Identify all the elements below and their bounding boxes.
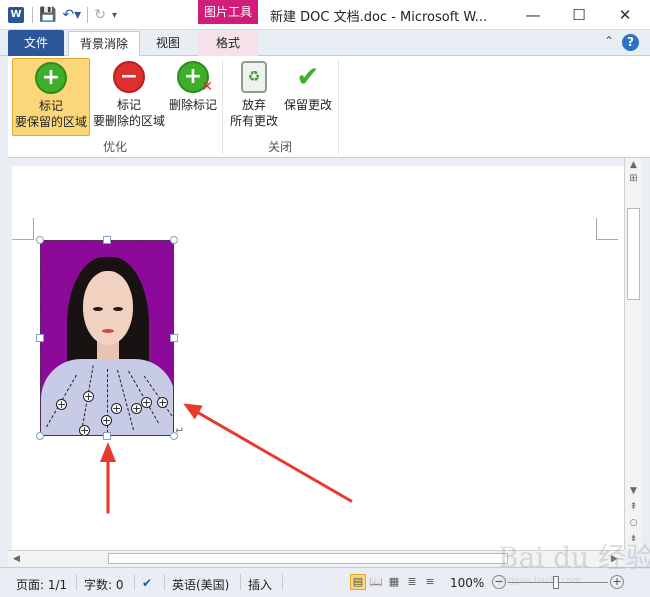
- delete-mark-icon: + ✕: [177, 61, 213, 95]
- vertical-scrollbar[interactable]: ▲ ⊞ ▼ ⇞ ○ ⇟: [624, 158, 642, 550]
- keep-changes-label: 保留更改: [283, 98, 332, 112]
- web-layout-view-icon[interactable]: ▦: [386, 574, 402, 590]
- delete-mark-label: 删除标记: [168, 98, 217, 112]
- resize-handle-bottom-left[interactable]: [36, 432, 44, 440]
- mark-remove-label-2: 要删除的区域: [92, 114, 165, 128]
- maximize-button[interactable]: ☐: [556, 0, 602, 30]
- resize-handle-bottom[interactable]: [103, 432, 111, 440]
- browse-object-icon[interactable]: ○: [625, 516, 642, 530]
- scroll-left-icon[interactable]: ◀: [8, 552, 25, 566]
- status-separator: [134, 574, 135, 590]
- recycle-bin-icon: ♻: [241, 61, 267, 93]
- group-label-close: 关闭: [267, 140, 292, 154]
- watermark-url: jingyan.baidu.com: [498, 576, 582, 586]
- keep-marker-icon[interactable]: +: [111, 403, 122, 414]
- mark-remove-label-1: 标记: [116, 98, 141, 112]
- picture-tools-label: 图片工具: [198, 0, 258, 24]
- word-count[interactable]: 字数: 0: [84, 576, 124, 593]
- annotation-arrow: [186, 405, 353, 503]
- annotation-arrowhead: [179, 396, 203, 420]
- help-icon[interactable]: ?: [622, 34, 639, 51]
- qat-separator: [87, 7, 89, 23]
- scroll-up-icon[interactable]: ▲: [625, 158, 642, 172]
- status-separator: [282, 574, 283, 590]
- scroll-down-icon[interactable]: ▼: [625, 484, 642, 498]
- ribbon-panel: + 标记 要保留的区域 − 标记 要删除的区域 + ✕ 删除标记 ♻ 放弃 所有更…: [8, 56, 650, 158]
- keep-marker-icon[interactable]: +: [157, 397, 168, 408]
- word-app-icon[interactable]: W: [8, 7, 24, 23]
- keep-marker-icon[interactable]: +: [131, 403, 142, 414]
- discard-label-1: 放弃: [241, 98, 266, 112]
- full-screen-reading-view-icon[interactable]: 📖: [368, 574, 384, 590]
- baidu-watermark: Bai du 经验 jingyan.baidu.com: [498, 536, 650, 586]
- resize-handle-left[interactable]: [36, 334, 44, 342]
- delete-mark-button[interactable]: + ✕ 删除标记: [168, 58, 218, 136]
- qat-separator: [32, 7, 33, 23]
- photo-eye: [113, 307, 123, 311]
- close-button[interactable]: ✕: [602, 0, 648, 30]
- group-separator: [338, 60, 339, 154]
- tab-format[interactable]: 格式: [198, 31, 258, 56]
- checkmark-icon: ✔: [296, 60, 320, 93]
- photo-face: [83, 271, 133, 345]
- status-separator: [76, 574, 77, 590]
- keep-marker-icon[interactable]: +: [79, 425, 90, 435]
- ruler-toggle-icon[interactable]: ⊞: [625, 172, 642, 186]
- keep-changes-button[interactable]: ✔ 保留更改: [282, 58, 334, 136]
- mark-keep-label-1: 标记: [38, 99, 63, 113]
- status-separator: [164, 574, 165, 590]
- title-bar: W 💾 ↶▾ ↻ ▾ 图片工具 新建 DOC 文档.doc - Microsof…: [0, 0, 650, 30]
- insert-mode-indicator[interactable]: 插入: [248, 576, 272, 593]
- previous-page-icon[interactable]: ⇞: [625, 500, 642, 514]
- plus-pencil-icon: +: [35, 62, 67, 94]
- window-title: 新建 DOC 文档.doc - Microsoft W...: [270, 10, 488, 25]
- discard-all-changes-button[interactable]: ♻ 放弃 所有更改: [226, 58, 282, 136]
- resize-handle-top-right[interactable]: [170, 236, 178, 244]
- customize-qat-icon[interactable]: ▾: [112, 10, 117, 21]
- minimize-button[interactable]: —: [510, 0, 556, 30]
- print-layout-view-icon[interactable]: ▤: [350, 574, 366, 590]
- margin-corner-mark: [12, 218, 34, 240]
- mark-areas-to-keep-button[interactable]: + 标记 要保留的区域: [12, 58, 90, 136]
- resize-handle-right[interactable]: [170, 334, 178, 342]
- undo-icon[interactable]: ↶▾: [62, 7, 81, 23]
- tab-file[interactable]: 文件: [8, 30, 64, 56]
- discard-label-2: 所有更改: [229, 114, 278, 128]
- photo-mouth: [102, 329, 114, 333]
- redo-icon[interactable]: ↻: [94, 7, 106, 23]
- minus-pencil-icon: −: [113, 61, 145, 93]
- watermark-brand: Bai du 经验: [498, 541, 650, 574]
- mark-areas-to-remove-button[interactable]: − 标记 要删除的区域: [92, 58, 166, 136]
- vertical-scroll-thumb[interactable]: [627, 208, 640, 300]
- outline-view-icon[interactable]: ≣: [404, 574, 420, 590]
- page-count[interactable]: 页面: 1/1: [16, 576, 67, 593]
- mark-keep-label-2: 要保留的区域: [14, 115, 87, 129]
- keep-marker-icon[interactable]: +: [83, 391, 94, 402]
- language-indicator[interactable]: 英语(美国): [172, 576, 229, 593]
- resize-handle-top[interactable]: [103, 236, 111, 244]
- proofing-icon[interactable]: ✔: [142, 576, 152, 590]
- zoom-level[interactable]: 100%: [450, 576, 484, 590]
- resize-handle-top-left[interactable]: [36, 236, 44, 244]
- group-label-optimize: 优化: [102, 140, 127, 154]
- tab-background-removal[interactable]: 背景消除: [68, 31, 140, 56]
- horizontal-scroll-thumb[interactable]: [108, 553, 508, 564]
- save-icon[interactable]: 💾: [39, 7, 56, 23]
- tab-view[interactable]: 视图: [146, 31, 190, 56]
- status-separator: [240, 574, 241, 590]
- id-photo[interactable]: + + + + + + + +: [40, 240, 174, 436]
- draft-view-icon[interactable]: ≡: [422, 574, 438, 590]
- document-area[interactable]: + + + + + + + + ↵: [8, 158, 624, 550]
- quick-access-toolbar: 💾 ↶▾ ↻ ▾: [32, 5, 117, 25]
- collapse-ribbon-icon[interactable]: ⌃: [604, 34, 614, 48]
- ribbon-tabs: 文件 背景消除 视图 格式 ⌃ ?: [0, 30, 650, 56]
- keep-marker-icon[interactable]: +: [141, 397, 152, 408]
- paragraph-mark: ↵: [175, 424, 185, 437]
- photo-eye: [93, 307, 103, 311]
- keep-marker-icon[interactable]: +: [56, 399, 67, 410]
- annotation-arrowhead: [100, 442, 116, 462]
- document-page[interactable]: + + + + + + + + ↵: [12, 166, 624, 550]
- margin-corner-mark: [596, 218, 618, 240]
- keep-marker-icon[interactable]: +: [101, 415, 112, 426]
